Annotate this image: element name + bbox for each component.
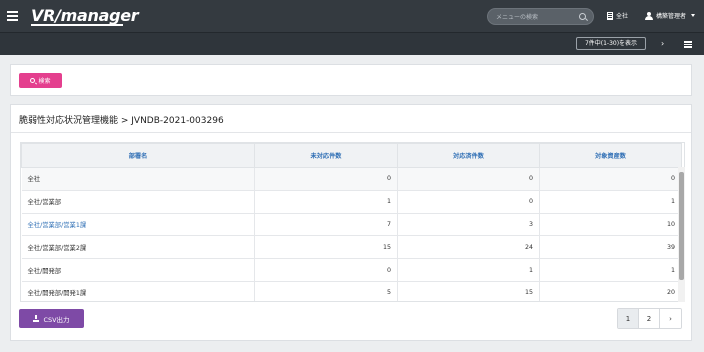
main-panel: 脆弱性対応状況管理機能 > JVNDB-2021-003296 部署名 未対応件… [10,104,692,341]
user-label: 構築管理者 [656,13,687,20]
chevron-down-icon [691,14,696,17]
page-title: 脆弱性対応状況管理機能 > JVNDB-2021-003296 [19,116,224,126]
assets-cell: 0 [539,167,682,191]
status-table: 部署名 未対応件数 対応済件数 対象資産数 全社 0 0 0 全社/営業部 1 … [21,143,682,301]
menu-search-input[interactable] [496,11,576,23]
column-header-pending[interactable]: 未対応件数 [254,143,398,168]
dept-cell: 全社 [21,167,255,191]
pending-cell: 0 [254,167,398,191]
dept-cell: 全社/営業部 [21,190,255,214]
column-header-assets[interactable]: 対象資産数 [539,143,682,168]
pagination: 1 2 › [617,308,682,329]
dept-cell: 全社/営業部/営業2課 [21,235,255,260]
done-cell: 3 [397,213,540,237]
download-icon [33,315,40,322]
assets-cell: 20 [539,281,682,301]
table-container: 部署名 未対応件数 対応済件数 対象資産数 全社 0 0 0 全社/営業部 1 … [20,142,685,302]
pending-cell: 15 [254,235,398,260]
title-divider [11,132,691,133]
building-icon [607,11,613,20]
table-row: 全社/営業部 1 0 1 [21,190,682,214]
org-selector[interactable]: 全社 [607,11,628,20]
assets-cell: 39 [539,235,682,260]
pending-cell: 1 [254,190,398,214]
pending-cell: 0 [254,258,398,282]
table-row: 全社/営業部/営業1課 7 3 10 [21,213,682,237]
search-button[interactable]: 検索 [19,73,62,88]
csv-export-label: CSV出力 [43,315,70,324]
user-menu[interactable]: 構築管理者 [645,11,696,20]
assets-cell: 1 [539,258,682,282]
table-row: 全社 0 0 0 [21,167,682,191]
assets-cell: 1 [539,190,682,214]
csv-export-button[interactable]: CSV出力 [19,309,84,328]
page-button-2[interactable]: 2 [639,309,660,328]
done-cell: 15 [397,281,540,301]
page-button-1[interactable]: 1 [618,309,639,328]
assets-cell: 10 [539,213,682,237]
org-label: 全社 [616,13,629,20]
search-button-label: 検索 [38,78,51,85]
search-icon[interactable] [579,13,586,20]
done-cell: 1 [397,258,540,282]
done-cell: 0 [397,190,540,214]
table-scrollbar[interactable] [678,167,685,302]
pending-cell: 5 [254,281,398,301]
table-row: 全社/営業部/営業2課 15 24 39 [21,235,682,260]
scrollbar-thumb[interactable] [679,172,684,280]
dept-cell: 全社/開発部 [21,258,255,282]
hamburger-menu-icon[interactable] [7,11,18,21]
chevron-right-icon[interactable]: › [661,39,664,48]
menu-search-box [487,8,594,25]
search-icon [30,78,36,83]
table-row: 全社/開発部/開発1課 5 15 20 [21,281,682,301]
dept-cell: 全社/開発部/開発1課 [21,281,255,301]
done-cell: 0 [397,167,540,191]
list-view-icon[interactable] [684,41,692,48]
column-header-done[interactable]: 対応済件数 [397,143,540,168]
logo-underline [31,24,123,26]
app-logo[interactable]: VR/manager [31,6,139,25]
pending-cell: 7 [254,213,398,237]
range-display-button[interactable]: 7件中(1-30)を表示 [576,37,646,50]
table-header-row: 部署名 未対応件数 対応済件数 対象資産数 [21,143,682,168]
table-row: 全社/開発部 0 1 1 [21,258,682,282]
search-panel: 検索 [10,64,692,96]
next-page-button[interactable]: › [660,309,681,328]
column-header-dept[interactable]: 部署名 [21,143,255,168]
done-cell: 24 [397,235,540,260]
user-icon [645,11,653,20]
top-bar: VR/manager 全社 構築管理者 [0,0,704,33]
sub-toolbar: 7件中(1-30)を表示 › [0,33,704,55]
dept-link[interactable]: 全社/営業部/営業1課 [21,213,255,237]
